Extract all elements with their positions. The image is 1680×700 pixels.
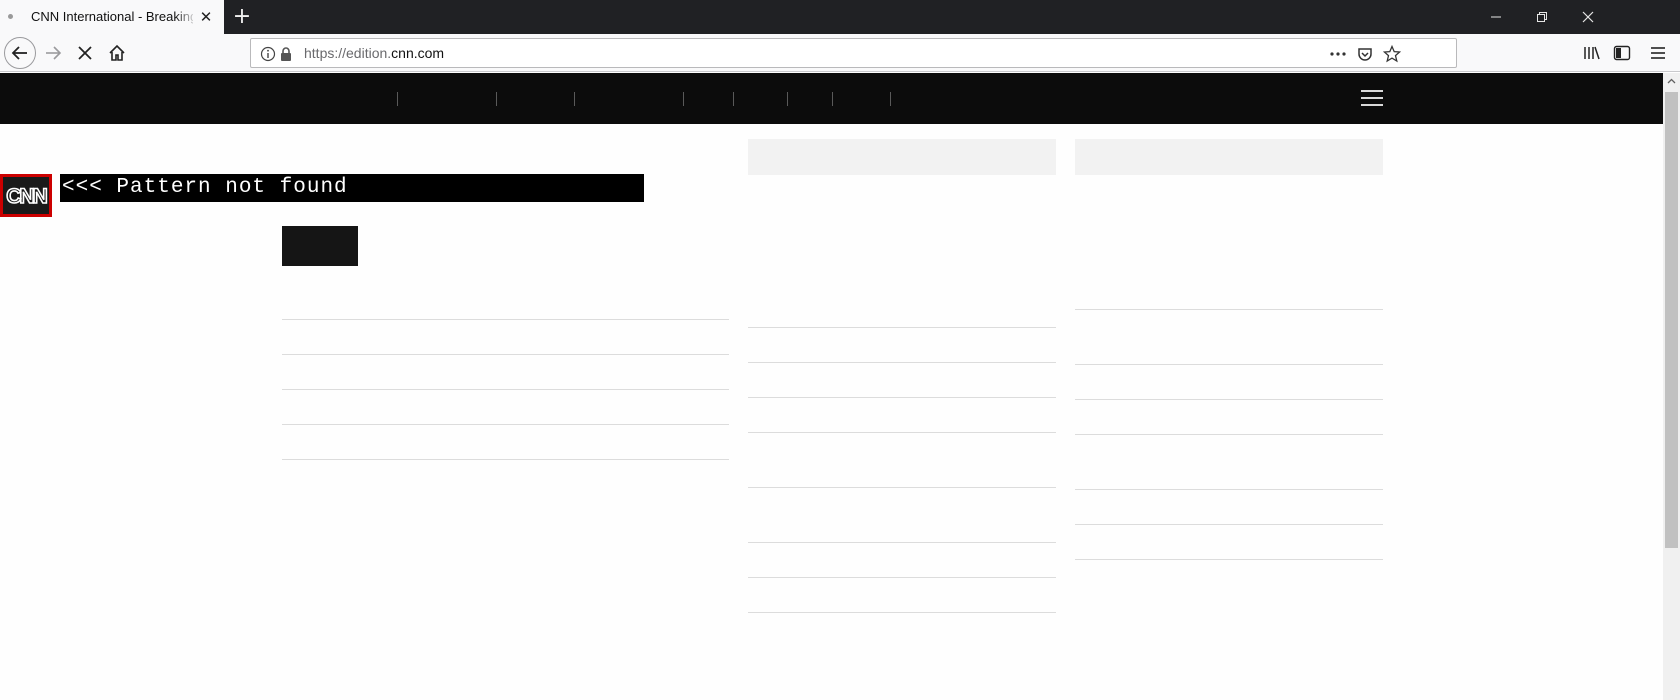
- nav-divider: [890, 92, 891, 106]
- nav-divider: [574, 92, 575, 106]
- app-menu-button[interactable]: [1643, 39, 1673, 67]
- url-host: cnn.com: [391, 45, 445, 61]
- stop-loading-icon: [78, 46, 92, 60]
- loading-dot-icon: [8, 14, 13, 19]
- new-tab-button[interactable]: +: [231, 5, 253, 29]
- error-banner: <<< Pattern not found: [60, 174, 644, 202]
- restore-button[interactable]: [1519, 0, 1565, 34]
- minimize-button[interactable]: [1473, 0, 1519, 34]
- sidebar-button[interactable]: [1607, 39, 1637, 67]
- url-prefix: https://edition.: [304, 45, 392, 61]
- list-divider: [282, 389, 729, 390]
- nav-divider: [832, 92, 833, 106]
- list-divider: [748, 327, 1056, 328]
- home-icon: [109, 44, 125, 61]
- svg-text:CNN: CNN: [6, 185, 46, 208]
- info-icon[interactable]: [259, 45, 277, 63]
- list-divider: [1075, 559, 1383, 560]
- restore-icon: [1537, 12, 1547, 22]
- forward-button[interactable]: [38, 39, 68, 67]
- list-divider: [1075, 434, 1383, 435]
- hamburger-icon[interactable]: [1361, 90, 1383, 106]
- list-divider: [1075, 309, 1383, 310]
- section-label-placeholder: [282, 226, 358, 266]
- address-bar[interactable]: https://edition.cnn.com: [250, 38, 1457, 68]
- forward-arrow-icon: [46, 46, 62, 60]
- scroll-up-arrow-icon: [1667, 78, 1676, 84]
- stop-button[interactable]: [70, 39, 100, 67]
- star-icon[interactable]: [1383, 45, 1401, 63]
- list-divider: [282, 354, 729, 355]
- scrollbar-thumb[interactable]: [1665, 92, 1678, 548]
- sidebar-icon: [1613, 45, 1631, 61]
- pocket-icon[interactable]: [1356, 45, 1374, 63]
- list-divider: [748, 487, 1056, 488]
- list-divider: [1075, 524, 1383, 525]
- url-text[interactable]: https://edition.cnn.com: [304, 45, 444, 61]
- list-divider: [282, 459, 729, 460]
- list-divider: [748, 577, 1056, 578]
- minimize-icon: [1491, 16, 1501, 18]
- list-divider: [282, 424, 729, 425]
- column-header-placeholder: [1075, 139, 1383, 175]
- lock-icon[interactable]: [277, 45, 295, 63]
- list-divider: [748, 397, 1056, 398]
- web-page: CNN <<< Pattern not found: [0, 73, 1663, 700]
- active-tab[interactable]: CNN International - Breaking News, US Ne…: [0, 0, 224, 34]
- list-divider: [282, 319, 729, 320]
- home-button[interactable]: [102, 39, 132, 67]
- list-divider: [1075, 399, 1383, 400]
- menu-icon: [1651, 47, 1665, 59]
- cnn-logo-mark: CNN: [5, 184, 49, 209]
- nav-divider: [733, 92, 734, 106]
- list-divider: [748, 432, 1056, 433]
- close-window-icon: [1582, 11, 1594, 23]
- cnn-logo[interactable]: CNN: [0, 174, 52, 217]
- library-button[interactable]: [1577, 39, 1607, 67]
- more-icon[interactable]: [1329, 45, 1347, 63]
- nav-divider: [787, 92, 788, 106]
- list-divider: [1075, 364, 1383, 365]
- back-button[interactable]: [4, 37, 36, 69]
- list-divider: [748, 612, 1056, 613]
- navigation-toolbar: https://edition.cnn.com: [0, 34, 1680, 72]
- tab-title: CNN International - Breaking News, US Ne…: [31, 9, 193, 24]
- back-arrow-icon: [11, 46, 27, 60]
- scroll-up-button[interactable]: [1663, 73, 1680, 90]
- column-header-placeholder: [748, 139, 1056, 175]
- close-window-button[interactable]: [1565, 0, 1611, 34]
- list-divider: [748, 362, 1056, 363]
- nav-divider: [496, 92, 497, 106]
- list-divider: [1075, 489, 1383, 490]
- nav-divider: [683, 92, 684, 106]
- vertical-scrollbar[interactable]: [1663, 73, 1680, 700]
- site-navigation-bar: [0, 73, 1663, 124]
- close-tab-icon[interactable]: ✕: [198, 9, 214, 25]
- library-icon: [1584, 46, 1600, 60]
- tab-strip: CNN International - Breaking News, US Ne…: [0, 0, 1680, 34]
- nav-divider: [397, 92, 398, 106]
- list-divider: [748, 542, 1056, 543]
- tab-title-fade: [175, 6, 197, 28]
